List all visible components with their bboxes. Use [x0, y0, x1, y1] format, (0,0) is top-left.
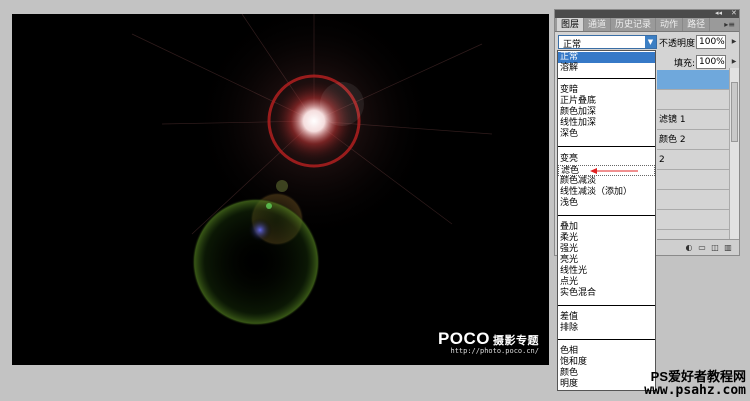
chevron-down-icon[interactable]: ▼: [645, 36, 656, 48]
layer-row[interactable]: 滤镜 1: [657, 110, 731, 130]
separator: [558, 305, 655, 306]
group-folder-icon[interactable]: ▭: [697, 243, 707, 253]
separator: [558, 215, 655, 216]
blend-option[interactable]: 差值: [558, 312, 655, 323]
image-canvas[interactable]: POCO 摄影专题 http://photo.poco.cn/: [12, 14, 549, 365]
collapse-icon[interactable]: ◂◂: [715, 9, 722, 17]
opacity-label: 不透明度:: [659, 39, 699, 49]
blend-option[interactable]: 排除: [558, 323, 655, 334]
panel-menu-icon[interactable]: ▸≡: [720, 18, 739, 31]
blend-option[interactable]: 浅色: [558, 198, 655, 209]
watermark-line2: www.psahz.com: [644, 383, 746, 398]
blend-option[interactable]: 正常: [558, 52, 655, 63]
blend-option[interactable]: 强光: [558, 244, 655, 255]
panel-tabs: 图层 通道 历史记录 动作 路径 ▸≡: [555, 18, 739, 32]
separator: [558, 146, 655, 147]
blend-option[interactable]: 色相: [558, 346, 655, 357]
blend-mode-dropdown: 正常 溶解 变暗 正片叠底 颜色加深 线性加深 深色 变亮 滤色 颜色减淡 线性…: [557, 50, 656, 391]
poco-logo: POCO 摄影专题 http://photo.poco.cn/: [438, 329, 539, 355]
blend-option[interactable]: 线性光: [558, 266, 655, 277]
tab-channels[interactable]: 通道: [584, 18, 612, 31]
fill-label: 填充:: [674, 59, 696, 69]
tab-layers[interactable]: 图层: [557, 18, 585, 31]
logo-url: http://photo.poco.cn/: [450, 347, 539, 355]
logo-sub: 摄影专题: [493, 335, 539, 347]
site-watermark: PS爱好者教程网 www.psahz.com: [644, 370, 746, 398]
tab-history[interactable]: 历史记录: [611, 18, 657, 31]
blend-row: 正常 ▼ 不透明度: 100% ▶: [555, 33, 739, 50]
layer-row-selected[interactable]: [657, 70, 731, 90]
blend-option[interactable]: 溶解: [558, 63, 655, 74]
trash-icon[interactable]: ▥: [723, 243, 733, 253]
layer-row[interactable]: [657, 190, 731, 210]
new-layer-icon[interactable]: ◫: [710, 243, 720, 253]
blend-option[interactable]: 实色混合: [558, 288, 655, 299]
layer-row[interactable]: [657, 170, 731, 190]
opacity-field[interactable]: 100%: [696, 35, 726, 49]
opacity-arrow-icon[interactable]: ▶: [730, 35, 738, 49]
panel-bottom-bar: ◐ ▭ ◫ ▥: [657, 239, 739, 255]
blend-option[interactable]: 变亮: [558, 154, 655, 165]
layer-name: 滤镜 1: [659, 115, 686, 125]
blend-option[interactable]: 明度: [558, 379, 655, 390]
separator: [558, 78, 655, 79]
blend-option[interactable]: 线性加深: [558, 118, 655, 129]
adjustment-layer-icon[interactable]: ◐: [684, 243, 694, 253]
layer-row[interactable]: 2: [657, 150, 731, 170]
fill-arrow-icon[interactable]: ▶: [730, 55, 738, 69]
blend-option[interactable]: 亮光: [558, 255, 655, 266]
layer-row[interactable]: [657, 210, 731, 230]
scrollbar-thumb[interactable]: [731, 82, 738, 142]
blend-mode-value: 正常: [563, 40, 582, 50]
blend-option[interactable]: 点光: [558, 277, 655, 288]
layers-scrollbar[interactable]: [729, 68, 739, 240]
close-icon[interactable]: ✕: [731, 9, 737, 17]
layer-name: 2: [659, 155, 665, 165]
blend-option[interactable]: 颜色: [558, 368, 655, 379]
watermark-line1: PS爱好者教程网: [650, 369, 746, 384]
fill-field[interactable]: 100%: [696, 55, 726, 69]
blend-option[interactable]: 深色: [558, 129, 655, 140]
blend-option[interactable]: 正片叠底: [558, 96, 655, 107]
layer-row[interactable]: [657, 90, 731, 110]
layer-row[interactable]: 颜色 2: [657, 130, 731, 150]
blend-option[interactable]: 柔光: [558, 233, 655, 244]
blend-option[interactable]: 颜色减淡: [558, 176, 655, 187]
separator: [558, 339, 655, 340]
panel-titlebar: ◂◂ ✕: [555, 9, 739, 18]
red-arrow-annotation: [590, 168, 638, 174]
blend-option[interactable]: 饱和度: [558, 357, 655, 368]
lens-flare-image: [131, 14, 493, 326]
blend-option[interactable]: 叠加: [558, 222, 655, 233]
blend-option[interactable]: 颜色加深: [558, 107, 655, 118]
blend-option[interactable]: 变暗: [558, 85, 655, 96]
blend-option[interactable]: 线性减淡（添加）: [558, 187, 655, 198]
layer-name: 颜色 2: [659, 135, 686, 145]
blend-mode-select[interactable]: 正常 ▼: [558, 35, 657, 50]
tab-paths[interactable]: 路径: [683, 18, 711, 31]
tab-actions[interactable]: 动作: [656, 18, 684, 31]
logo-brand: POCO: [437, 329, 490, 348]
